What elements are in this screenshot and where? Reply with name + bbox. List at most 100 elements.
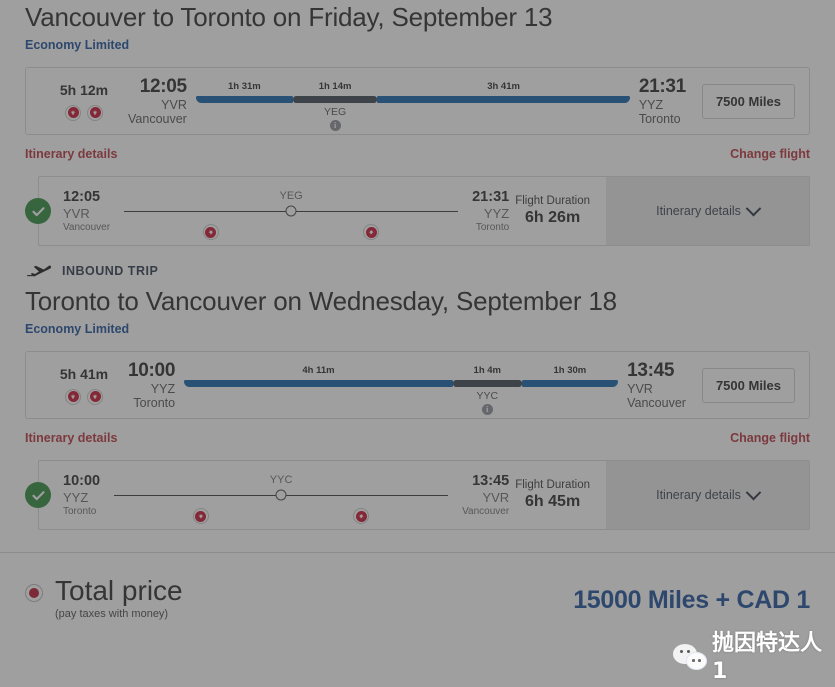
inbound-fare-link[interactable]: Economy Limited bbox=[25, 322, 129, 336]
inbound-itinerary-details-link[interactable]: Itinerary details bbox=[25, 431, 117, 445]
outbound-segment-flight-1: 1h 31m bbox=[195, 74, 293, 103]
outbound-depart-time: 12:05 bbox=[139, 76, 187, 98]
inbound-duration-value: 5h 41m bbox=[59, 365, 109, 382]
outbound-selected-hub-code: YEG bbox=[279, 190, 303, 202]
inbound-selected-hub-code: YYC bbox=[269, 474, 293, 486]
inbound-selected-depart-code: YYZ bbox=[63, 489, 89, 505]
outbound-duration-value: 5h 12m bbox=[59, 81, 109, 98]
outbound-depart-code: YVR bbox=[161, 97, 187, 112]
chevron-down-icon bbox=[745, 200, 762, 216]
chevron-down-icon bbox=[745, 484, 762, 500]
outbound-selected-depart-city: Vancouver bbox=[63, 221, 111, 233]
air-canada-logo-icon bbox=[363, 224, 380, 240]
inbound-arrive-city: Vancouver bbox=[627, 395, 686, 410]
outbound-link-row: Itinerary details Change flight bbox=[25, 147, 810, 161]
info-icon[interactable]: i bbox=[481, 404, 493, 415]
inbound-stop-label: 1h 4m bbox=[473, 365, 501, 376]
inbound-hub-dot-icon bbox=[275, 489, 287, 501]
inbound-miles-badge[interactable]: 7500 Miles bbox=[701, 367, 795, 403]
outbound-arrive-time: 21:31 bbox=[638, 76, 686, 98]
outbound-timeline-card: 5h 12m 12:05 YVR Vancouver 1h 31m 1h 14m bbox=[25, 67, 810, 135]
inbound-itinerary-details-button-label: Itinerary details bbox=[656, 488, 741, 502]
inbound-segment-1-label: 4h 11m bbox=[302, 365, 335, 376]
outbound-selected-arrive-code: YYZ bbox=[483, 205, 510, 221]
total-price-row: Total price (pay taxes with money) 15000… bbox=[0, 553, 835, 620]
total-price-radio[interactable] bbox=[25, 584, 43, 602]
outbound-hub-dot-icon bbox=[285, 205, 297, 217]
total-price-amount: 15000 Miles + CAD 1 bbox=[573, 586, 810, 614]
inbound-flight-duration-label: Flight Duration bbox=[515, 478, 590, 491]
inbound-depart-code: YYZ bbox=[150, 381, 176, 396]
outbound-depart-city: Vancouver bbox=[128, 111, 187, 126]
air-canada-logo-icon bbox=[65, 388, 81, 405]
air-canada-logo-icon bbox=[87, 388, 103, 405]
inbound-stop-code: YYC bbox=[476, 390, 499, 402]
inbound-itinerary-details-button[interactable]: Itinerary details bbox=[606, 461, 809, 529]
inbound-timeline-card: 5h 41m 10:00 YYZ Toronto 4h 11m 1h 4m YY… bbox=[25, 351, 810, 419]
inbound-selected-depart-time: 10:00 bbox=[63, 472, 101, 489]
inbound-segment-flight-2: 1h 30m bbox=[521, 358, 619, 387]
outbound-selected-flight: 12:05 YVR Vancouver YEG 21:31 YYZ Toront… bbox=[25, 176, 810, 246]
outbound-selected-arrive-city: Toronto bbox=[475, 221, 510, 233]
inbound-link-row: Itinerary details Change flight bbox=[25, 431, 810, 445]
inbound-trip-tag: INBOUND TRIP bbox=[25, 260, 810, 282]
booking-summary-page: Vancouver to Toronto on Friday, Septembe… bbox=[0, 0, 835, 687]
outbound-arrive: 21:31 YYZ Toronto bbox=[639, 76, 686, 125]
outbound-flight-duration-value: 6h 26m bbox=[525, 209, 581, 227]
inbound-segment-stop: 1h 4m YYC i bbox=[452, 358, 522, 415]
total-price-sublabel: (pay taxes with money) bbox=[55, 608, 169, 620]
air-canada-logo-icon bbox=[87, 104, 103, 121]
selected-check-icon bbox=[25, 198, 51, 224]
inbound-segment-flight-1: 4h 11m bbox=[184, 358, 453, 387]
inbound-flight-duration: Flight Duration 6h 45m bbox=[509, 478, 590, 512]
air-canada-logo-icon bbox=[202, 224, 219, 240]
inbound-arrive: 13:45 YVR Vancouver bbox=[627, 360, 686, 409]
inbound-total-duration: 5h 41m bbox=[40, 366, 128, 405]
inbound-arrive-time: 13:45 bbox=[627, 360, 675, 382]
outbound-total-duration: 5h 12m bbox=[40, 82, 128, 121]
outbound-selected-depart: 12:05 YVR Vancouver bbox=[63, 188, 110, 235]
outbound-itinerary-details-button-label: Itinerary details bbox=[656, 204, 741, 218]
inbound-selected-route-line: YYC bbox=[114, 474, 449, 524]
outbound-segment-flight-2: 3h 41m bbox=[377, 74, 630, 103]
inbound-selected-arrive-time: 13:45 bbox=[472, 472, 510, 489]
outbound-segment-2-label: 3h 41m bbox=[487, 81, 520, 92]
outbound-carrier-icons bbox=[40, 104, 128, 121]
inbound-route-title: Toronto to Vancouver on Wednesday, Septe… bbox=[25, 286, 617, 316]
outbound-arrive-city: Toronto bbox=[638, 111, 681, 126]
outbound-selected-arrive-time: 21:31 bbox=[472, 188, 510, 205]
inbound-arrive-code: YVR bbox=[627, 381, 653, 396]
outbound-arrive-code: YYZ bbox=[638, 97, 664, 112]
total-price-label: Total price bbox=[55, 575, 183, 606]
plane-landing-icon bbox=[27, 265, 52, 277]
inbound-segment-2-label: 1h 30m bbox=[553, 365, 587, 376]
outbound-selected-depart-code: YVR bbox=[63, 205, 90, 221]
inbound-trip-tag-label: INBOUND TRIP bbox=[62, 264, 159, 278]
outbound-segment-bars: 1h 31m 1h 14m YEG i 3h 41m bbox=[187, 74, 639, 131]
outbound-change-flight-link[interactable]: Change flight bbox=[730, 147, 810, 161]
inbound-selected-arrive-code: YVR bbox=[482, 489, 510, 505]
inbound-change-flight-link[interactable]: Change flight bbox=[730, 431, 810, 445]
outbound-route-title: Vancouver to Toronto on Friday, Septembe… bbox=[25, 2, 553, 32]
inbound-segment-bars: 4h 11m 1h 4m YYC i 1h 30m bbox=[175, 358, 627, 415]
outbound-itinerary-details-button[interactable]: Itinerary details bbox=[606, 177, 809, 245]
info-icon[interactable]: i bbox=[329, 120, 341, 131]
outbound-miles-badge[interactable]: 7500 Miles bbox=[701, 83, 795, 119]
outbound-stop-code: YEG bbox=[323, 106, 347, 118]
inbound-carrier-icons bbox=[40, 388, 128, 405]
air-canada-logo-icon bbox=[192, 508, 209, 524]
inbound-selected-arrive: 13:45 YVR Vancouver bbox=[462, 472, 509, 519]
inbound-flight-duration-value: 6h 45m bbox=[525, 493, 581, 511]
outbound-fare-link[interactable]: Economy Limited bbox=[25, 38, 129, 52]
selected-check-icon bbox=[25, 482, 51, 508]
air-canada-logo-icon bbox=[65, 104, 81, 121]
outbound-selected-depart-time: 12:05 bbox=[63, 188, 101, 205]
inbound-depart-time: 10:00 bbox=[128, 360, 176, 382]
inbound-selected-arrive-city: Vancouver bbox=[462, 505, 510, 517]
outbound-depart: 12:05 YVR Vancouver bbox=[128, 76, 187, 125]
inbound-selected-flight: 10:00 YYZ Toronto YYC 13:45 YVR Vancouve… bbox=[25, 460, 810, 530]
outbound-itinerary-details-link[interactable]: Itinerary details bbox=[25, 147, 117, 161]
outbound-segment-stop: 1h 14m YEG i bbox=[292, 74, 378, 131]
inbound-depart: 10:00 YYZ Toronto bbox=[128, 360, 175, 409]
outbound-selected-arrive: 21:31 YYZ Toronto bbox=[472, 188, 509, 235]
